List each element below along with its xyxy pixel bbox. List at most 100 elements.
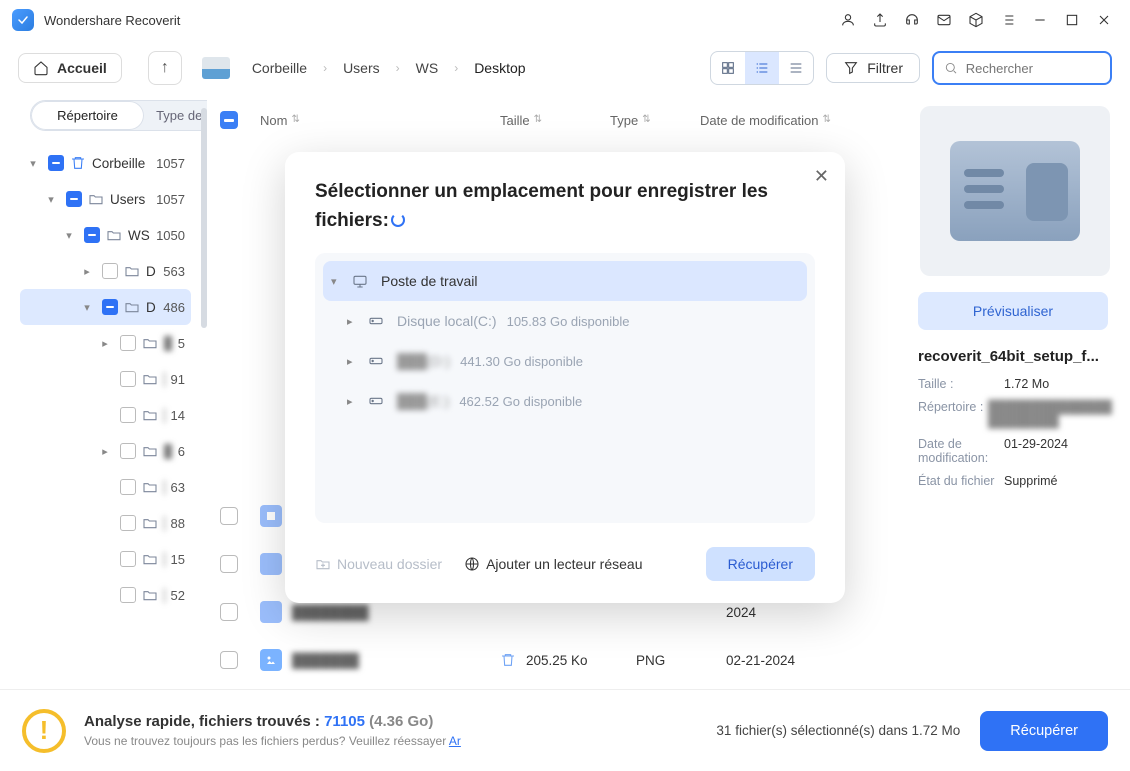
support-icon[interactable] <box>898 6 926 34</box>
app-logo <box>12 9 34 31</box>
view-compact-icon[interactable] <box>779 52 813 84</box>
view-list-icon[interactable] <box>745 52 779 84</box>
account-icon[interactable] <box>834 6 862 34</box>
trash-icon <box>70 155 86 171</box>
crumb-2[interactable]: WS <box>416 60 439 76</box>
file-thumb-icon <box>260 649 282 671</box>
file-thumb-icon <box>260 601 282 623</box>
view-grid-icon[interactable] <box>711 52 745 84</box>
scan-status: Analyse rapide, fichiers trouvés : 71105… <box>84 713 461 730</box>
maximize-icon[interactable] <box>1058 6 1086 34</box>
tree-item[interactable]: ████████████88 <box>20 505 191 541</box>
spinner-icon <box>391 213 405 227</box>
network-icon <box>464 556 480 572</box>
filter-button[interactable]: Filtrer <box>826 53 920 83</box>
folder-tree: ▾Corbeille1057 ▾Users1057 ▾WS1050 ▸Downl… <box>20 145 199 613</box>
preview-filename: recoverit_64bit_setup_f... <box>918 348 1112 365</box>
location-list: ▾ Poste de travail ▸ Disque local(C:) 10… <box>315 253 815 523</box>
app-title: Wondershare Recoverit <box>44 13 180 28</box>
location-drive[interactable]: ▸ ███(E:) 462.52 Go disponible <box>323 381 807 421</box>
file-thumb-icon <box>260 505 282 527</box>
tree-item[interactable]: ▸██████5 <box>20 325 191 361</box>
recover-button[interactable]: Récupérer <box>980 711 1108 751</box>
tree-corbeille[interactable]: ▾Corbeille1057 <box>20 145 191 181</box>
tree-item[interactable]: ▸██████6 <box>20 433 191 469</box>
drive-icon <box>365 353 387 369</box>
tree-item[interactable]: ████████████15 <box>20 541 191 577</box>
folder-icon <box>142 479 158 495</box>
tab-repertoire[interactable]: Répertoire <box>31 101 144 130</box>
home-icon <box>33 60 49 76</box>
sidebar-tabs: Répertoire Type de Fichier <box>30 100 207 131</box>
sort-icon[interactable]: ⇅ <box>823 116 831 124</box>
search-input[interactable] <box>966 61 1100 76</box>
cube-icon[interactable] <box>962 6 990 34</box>
tree-users[interactable]: ▾Users1057 <box>20 181 191 217</box>
save-location-dialog: ✕ Sélectionner un emplacement pour enreg… <box>285 152 845 603</box>
search-box[interactable] <box>932 51 1112 85</box>
tree-item[interactable]: ████████████14 <box>20 397 191 433</box>
folder-icon <box>142 515 158 531</box>
preview-panel: Prévisualiser recoverit_64bit_setup_f...… <box>910 96 1130 689</box>
sort-icon[interactable]: ⇅ <box>291 116 299 124</box>
dialog-title: Sélectionner un emplacement pour enregis… <box>315 178 775 235</box>
folder-icon <box>142 551 158 567</box>
preview-button[interactable]: Prévisualiser <box>918 292 1108 330</box>
tree-item[interactable]: ████████████91 <box>20 361 191 397</box>
row-checkbox[interactable] <box>220 603 238 621</box>
crumb-1[interactable]: Users <box>343 60 380 76</box>
row-checkbox[interactable] <box>220 651 238 669</box>
row-checkbox[interactable] <box>220 507 238 525</box>
select-all-checkbox[interactable] <box>220 111 238 129</box>
add-network-drive-button[interactable]: Ajouter un lecteur réseau <box>464 556 642 572</box>
location-root[interactable]: ▾ Poste de travail <box>323 261 807 301</box>
col-type[interactable]: Type <box>610 113 638 128</box>
dialog-recover-button[interactable]: Récupérer <box>706 547 815 581</box>
location-drive[interactable]: ▸ Disque local(C:) 105.83 Go disponible <box>323 301 807 341</box>
file-thumb-icon <box>260 553 282 575</box>
location-drive[interactable]: ▸ ███(D:) 441.30 Go disponible <box>323 341 807 381</box>
sort-icon[interactable]: ⇅ <box>534 116 542 124</box>
col-date[interactable]: Date de modification <box>700 113 819 128</box>
new-folder-icon <box>315 556 331 572</box>
folder-icon <box>88 191 104 207</box>
close-icon[interactable] <box>1090 6 1118 34</box>
scan-hint: Vous ne trouvez toujours pas les fichier… <box>84 734 461 748</box>
up-button[interactable]: ↑ <box>148 51 182 85</box>
folder-icon <box>142 407 158 423</box>
retry-link[interactable]: Ar <box>449 734 461 748</box>
tab-type-fichier[interactable]: Type de Fichier <box>144 101 207 130</box>
preview-thumbnail <box>920 106 1110 276</box>
mail-icon[interactable] <box>930 6 958 34</box>
table-row[interactable]: ███████ 205.25 Ko PNG 02-21-2024 <box>208 636 910 684</box>
tree-downloads[interactable]: ▸Downloads563 <box>20 253 191 289</box>
tree-item[interactable]: ████████████63 <box>20 469 191 505</box>
row-checkbox[interactable] <box>220 555 238 573</box>
new-folder-button[interactable]: Nouveau dossier <box>315 556 442 572</box>
filter-label: Filtrer <box>867 60 903 76</box>
tree-ws[interactable]: ▾WS1050 <box>20 217 191 253</box>
home-button[interactable]: Accueil <box>18 53 122 83</box>
drive-icon <box>202 57 230 79</box>
col-size[interactable]: Taille <box>500 113 530 128</box>
sort-icon[interactable]: ⇅ <box>642 116 650 124</box>
drive-icon <box>365 393 387 409</box>
export-icon[interactable] <box>866 6 894 34</box>
folder-icon <box>142 587 158 603</box>
table-header: Nom ⇅ Taille ⇅ Type ⇅ Date de modification ⇅ <box>208 96 910 144</box>
home-label: Accueil <box>57 60 107 76</box>
selection-info: 31 fichier(s) sélectionné(s) dans 1.72 M… <box>716 723 960 738</box>
crumb-0[interactable]: Corbeille <box>252 60 307 76</box>
search-icon <box>944 60 958 76</box>
dialog-close-icon[interactable]: ✕ <box>814 166 829 187</box>
list-icon[interactable] <box>994 6 1022 34</box>
computer-icon <box>349 273 371 289</box>
minimize-icon[interactable] <box>1026 6 1054 34</box>
trash-icon <box>500 652 514 668</box>
folder-icon <box>106 227 122 243</box>
col-name[interactable]: Nom <box>260 113 287 128</box>
folder-icon <box>142 371 158 387</box>
crumb-3[interactable]: Desktop <box>474 60 525 76</box>
tree-item[interactable]: ████████████52 <box>20 577 191 613</box>
tree-desktop[interactable]: ▾Desktop486 <box>20 289 191 325</box>
